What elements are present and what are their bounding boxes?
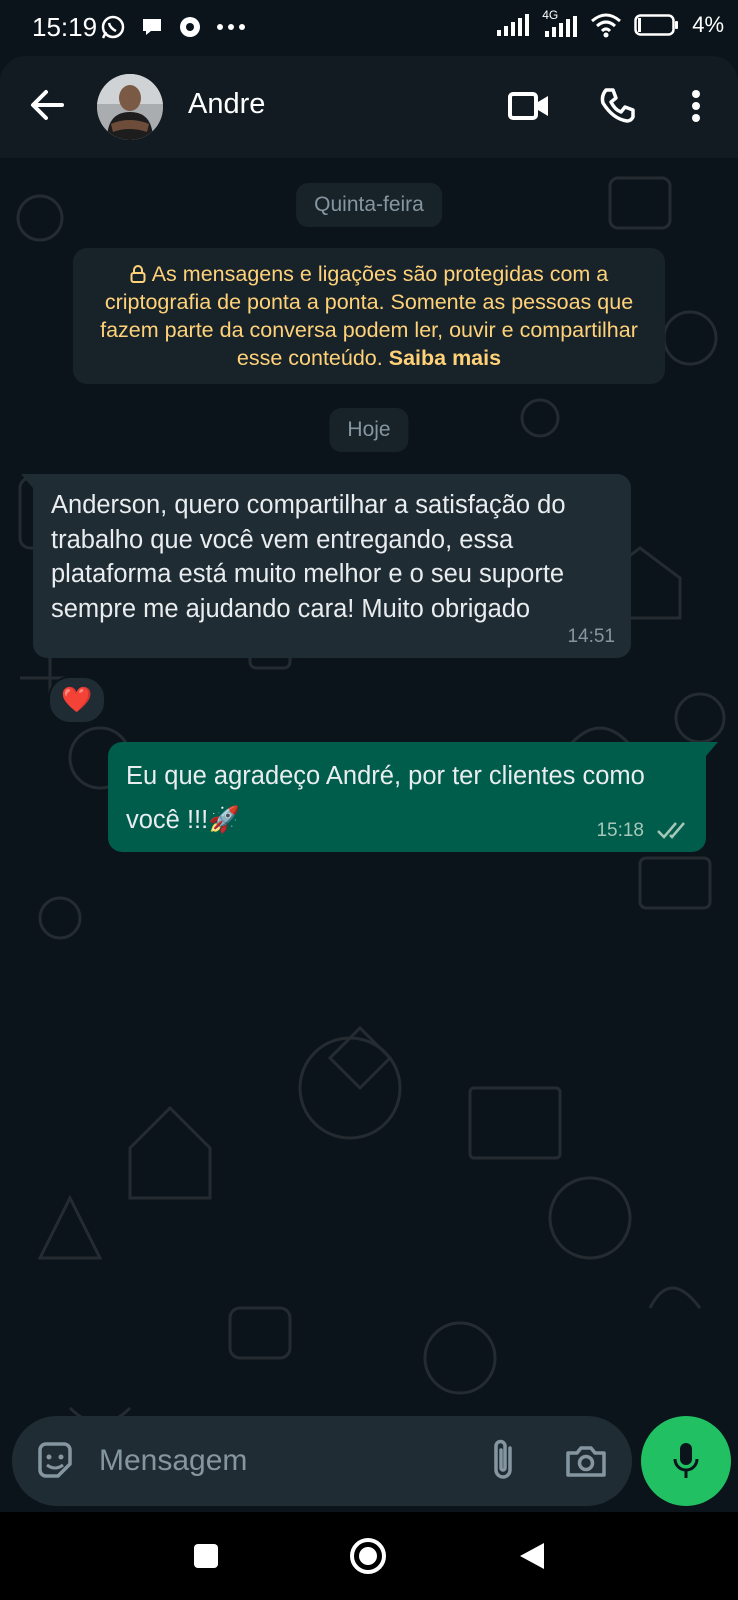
contact-name[interactable]: Andre [188, 88, 265, 121]
message-text: Anderson, quero compartilhar a satisfaçã… [51, 491, 566, 623]
home-circle-icon [350, 1538, 386, 1574]
signal-4g-icon: 4G [542, 8, 578, 38]
date-divider-today: Hoje [329, 408, 409, 452]
learn-more-link[interactable]: Saiba mais [389, 346, 501, 370]
browser-notification-icon [180, 17, 200, 37]
whatsapp-chat-screen: 15:19 4G 4% Andre Quinta-feira As mensag… [0, 0, 738, 1600]
chat-header: Andre [0, 56, 738, 158]
battery-icon [634, 14, 679, 36]
message-composer[interactable]: Mensagem [12, 1416, 632, 1506]
encryption-notice[interactable]: As mensagens e ligações são protegidas c… [73, 248, 665, 384]
video-call-button[interactable] [505, 82, 553, 130]
sticker-emoji-icon[interactable] [34, 1440, 76, 1482]
read-receipt-icon [657, 822, 685, 839]
incoming-message[interactable]: Anderson, quero compartilhar a satisfaçã… [21, 474, 631, 658]
microphone-icon [673, 1443, 699, 1478]
back-arrow-icon[interactable] [26, 84, 68, 126]
status-bar: 15:19 4G 4% [0, 0, 738, 56]
message-reaction[interactable]: ❤️ [48, 676, 106, 724]
battery-percentage: 4% [692, 12, 724, 37]
status-time: 15:19 [32, 12, 98, 42]
back-button[interactable] [510, 1534, 554, 1578]
kebab-menu-icon [692, 90, 700, 122]
message-input[interactable]: Mensagem [99, 1444, 247, 1478]
lock-icon [130, 265, 146, 283]
encryption-notice-text: As mensagens e ligações são protegidas c… [100, 262, 638, 370]
camera-icon[interactable] [564, 1440, 608, 1484]
outgoing-message[interactable]: Eu que agradeço André, por ter clientes … [108, 742, 718, 852]
home-button[interactable] [346, 1534, 390, 1578]
more-options-button[interactable] [672, 82, 720, 130]
chat-notification-icon [143, 19, 161, 35]
message-time: 14:51 [567, 626, 615, 647]
video-camera-icon [508, 92, 548, 120]
system-navigation-bar [0, 1512, 738, 1600]
voice-call-button[interactable] [593, 82, 641, 130]
recent-apps-button[interactable] [184, 1534, 228, 1578]
attach-paperclip-icon[interactable] [482, 1438, 526, 1484]
signal-icon [497, 14, 530, 36]
voice-message-button[interactable] [641, 1416, 731, 1506]
whatsapp-notification-icon [101, 15, 125, 39]
heart-reaction-icon: ❤️ [61, 685, 93, 714]
wifi-icon [591, 13, 622, 38]
contact-avatar[interactable] [97, 74, 163, 140]
phone-icon [600, 88, 635, 123]
square-icon [194, 1544, 218, 1568]
more-notifications-icon [217, 24, 245, 30]
date-divider-thursday: Quinta-feira [296, 183, 442, 227]
message-time: 15:18 [596, 820, 644, 841]
triangle-back-icon [520, 1543, 544, 1569]
